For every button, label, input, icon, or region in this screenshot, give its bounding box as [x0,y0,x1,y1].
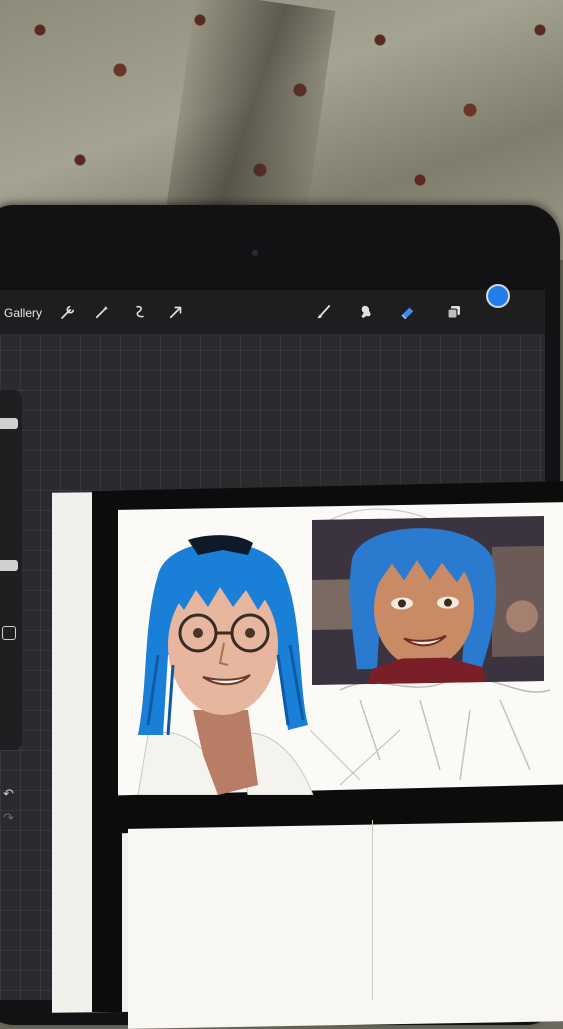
smudge-icon[interactable] [354,300,378,324]
opacity-slider[interactable] [0,560,18,571]
selection-icon[interactable] [128,300,152,324]
left-sidebar: ↶ ↷ [0,390,22,825]
undo-icon[interactable]: ↶ [3,786,14,802]
magic-wand-icon[interactable] [90,300,114,324]
front-camera [252,250,258,256]
comic-panel-2[interactable] [128,821,563,1029]
portrait-drawing [137,535,314,795]
brush-icon[interactable] [312,300,336,324]
transform-arrow-icon[interactable] [164,300,188,324]
eraser-icon[interactable] [396,300,420,324]
modify-button[interactable] [2,626,16,640]
redo-icon[interactable]: ↷ [3,810,14,826]
reference-character [312,515,544,686]
brush-size-slider[interactable] [0,418,18,429]
color-picker-button[interactable] [486,284,510,308]
reference-image[interactable] [312,515,544,686]
layers-icon[interactable] [442,300,466,324]
sketch-guide-line [372,820,373,1000]
top-toolbar: Gallery [0,290,545,334]
wrench-icon[interactable] [56,300,80,324]
gallery-button[interactable]: Gallery [4,306,42,320]
